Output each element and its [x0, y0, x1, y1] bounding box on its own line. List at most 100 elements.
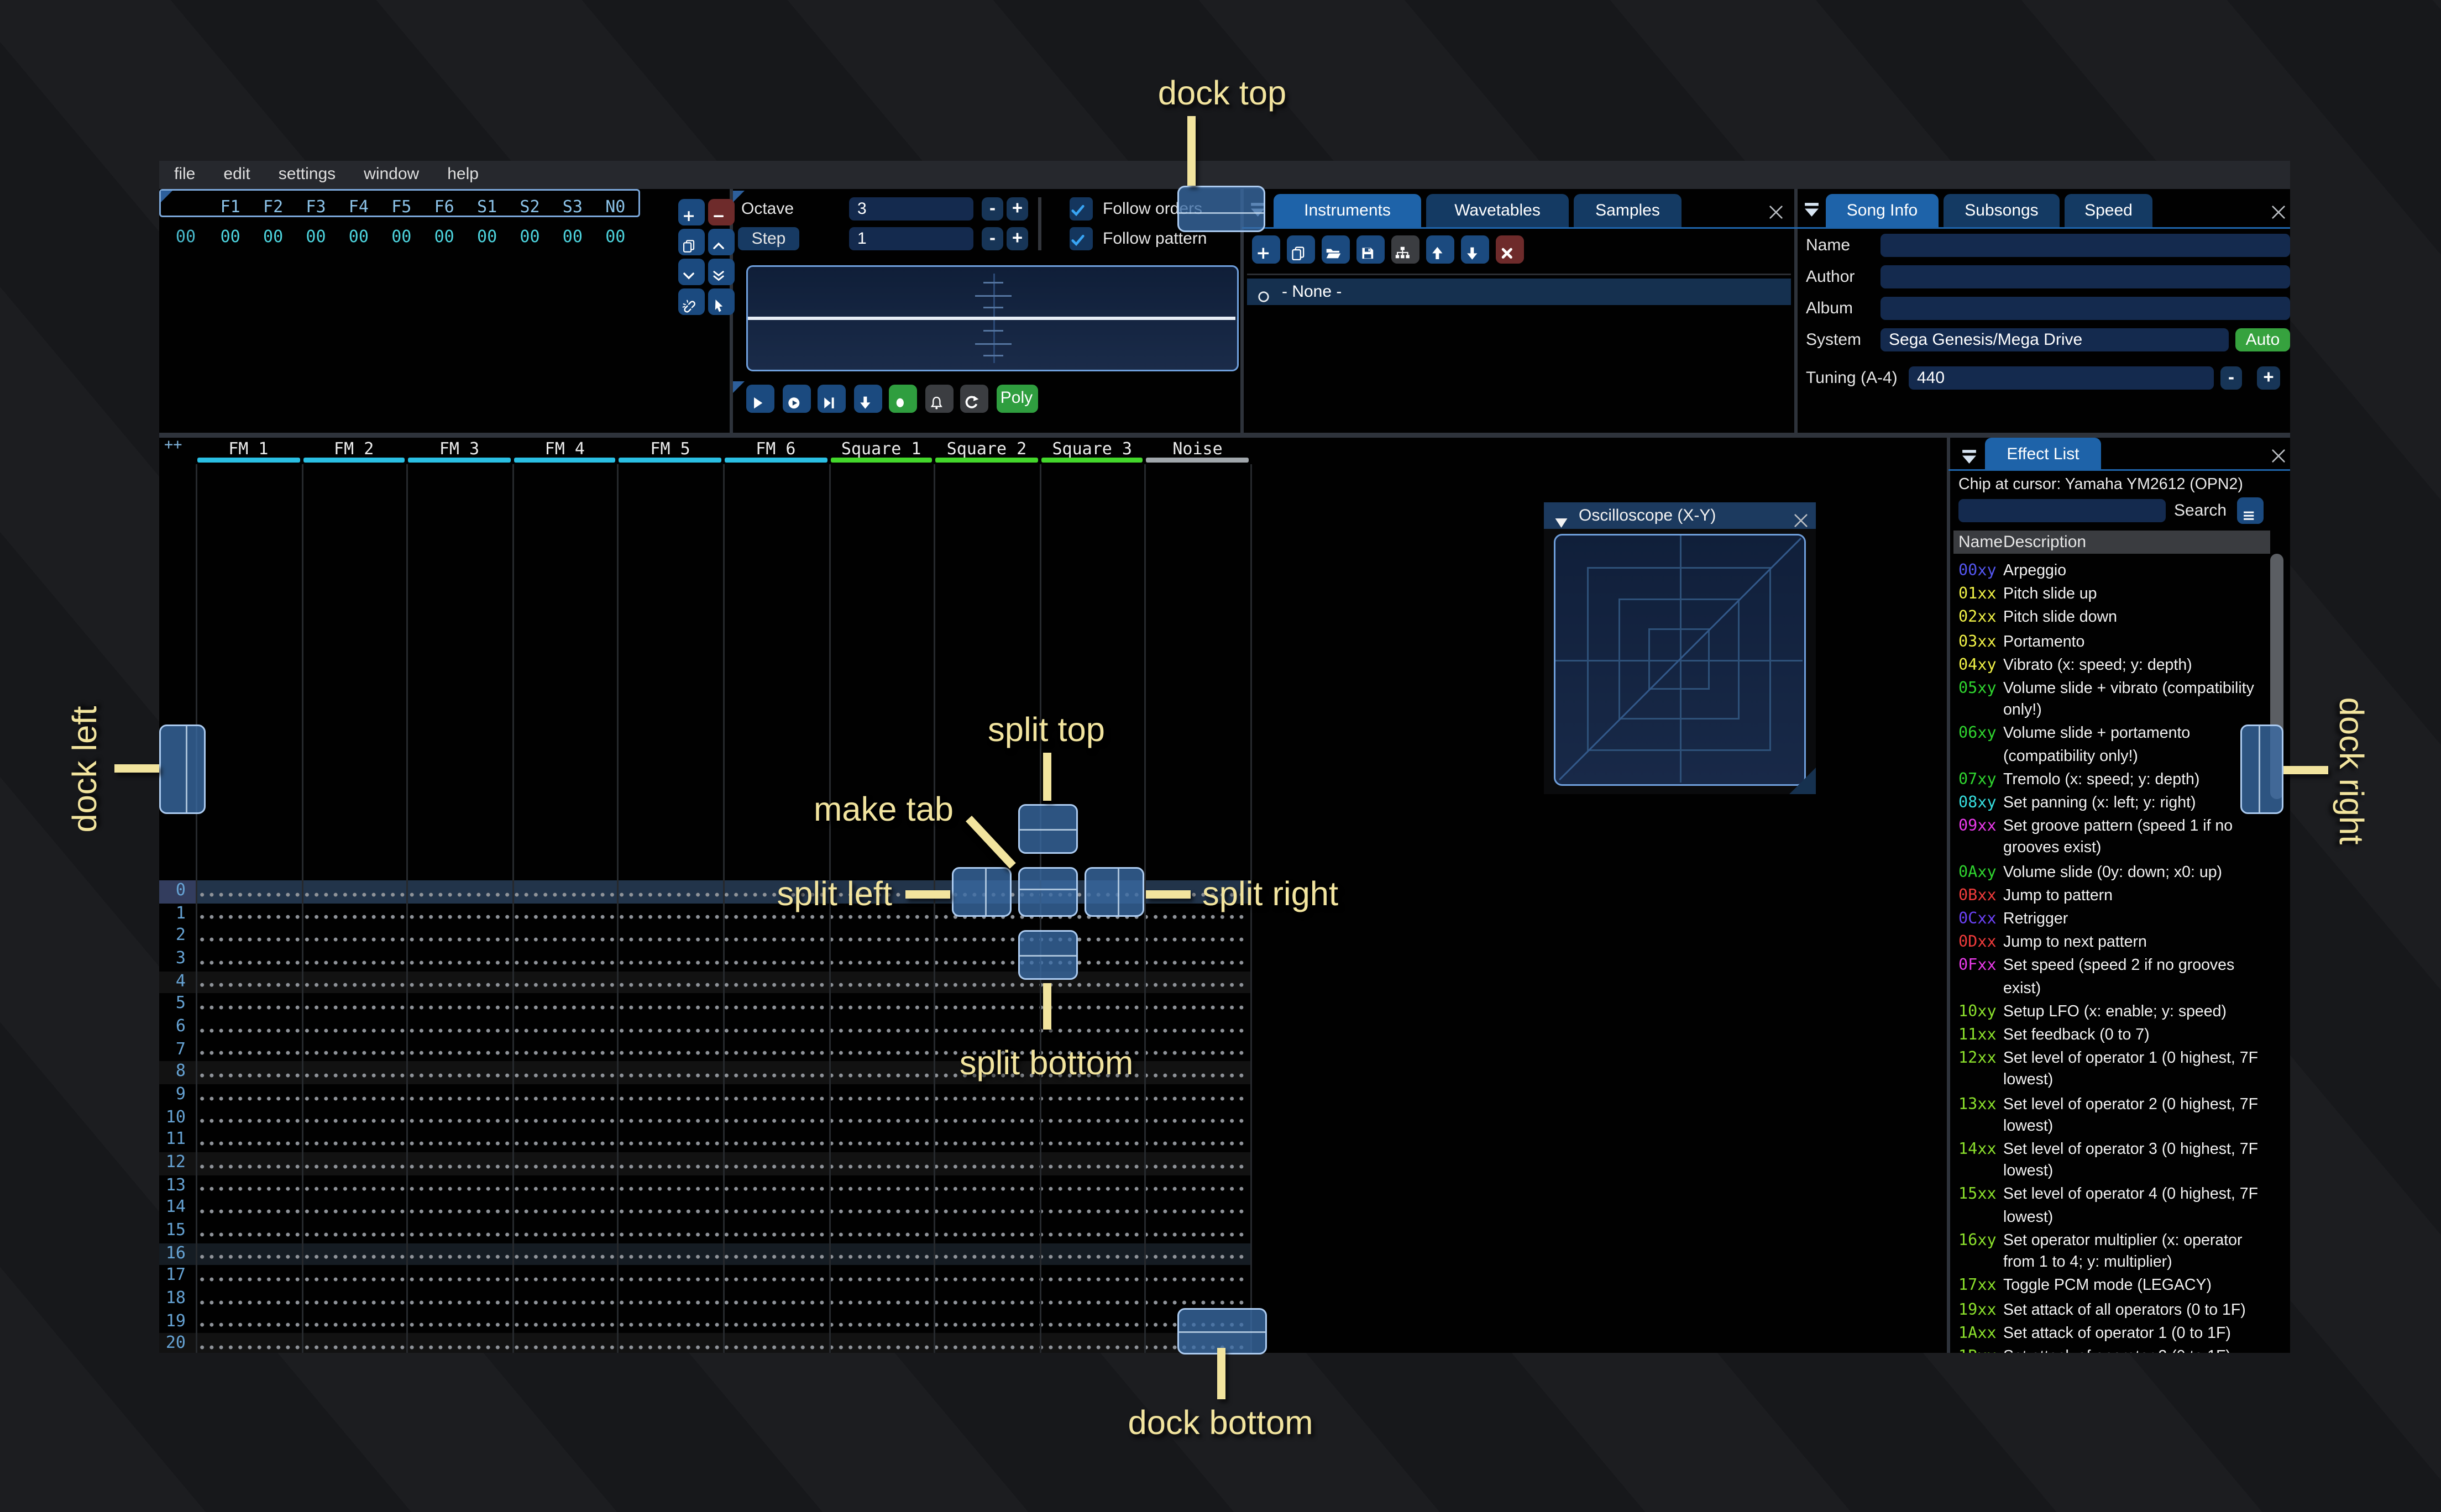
effect-row[interactable]: 0Axy Volume slide (0y: down; x0: up) — [1958, 862, 2277, 884]
split-left-handle[interactable] — [952, 867, 1012, 917]
effect-row[interactable]: 03xx Portamento — [1958, 631, 2277, 653]
remove-order-button[interactable] — [708, 199, 734, 225]
play-button[interactable] — [746, 385, 774, 413]
order-cell[interactable]: 00 — [594, 229, 637, 247]
effect-row[interactable]: 12xx Set level of operator 1 (0 highest, … — [1958, 1048, 2277, 1092]
pattern-row[interactable]: 15 — [159, 1220, 1250, 1243]
pattern-row[interactable]: 14 — [159, 1197, 1250, 1220]
instrument-folder-view-button[interactable] — [1391, 235, 1419, 264]
dock-left-handle[interactable] — [159, 725, 206, 814]
order-cell[interactable]: 00 — [465, 229, 508, 247]
channel-header-fm-4[interactable]: FM 4 — [512, 441, 617, 459]
menu-file[interactable]: file — [174, 166, 195, 184]
octave-input[interactable]: 3 — [849, 197, 973, 221]
pattern-row[interactable]: 5 — [159, 993, 1250, 1016]
tab-subsongs[interactable]: Subsongs — [1944, 194, 2060, 227]
order-cell[interactable]: 00 — [509, 229, 551, 247]
move-order-down-button[interactable] — [678, 259, 704, 285]
system-input[interactable]: Sega Genesis/Mega Drive — [1880, 328, 2229, 351]
menu-edit[interactable]: edit — [223, 166, 250, 184]
record-button[interactable] — [889, 385, 917, 413]
tab-instruments[interactable]: Instruments — [1274, 194, 1421, 227]
menu-settings[interactable]: settings — [279, 166, 336, 184]
pattern-row[interactable]: 13 — [159, 1174, 1250, 1198]
effect-row[interactable]: 11xx Set feedback (0 to 7) — [1958, 1025, 2277, 1047]
channel-header-square-1[interactable]: Square 1 — [829, 441, 934, 459]
effect-row[interactable]: 1BxxSet attack of operator 2 (0 to 1F) — [1958, 1346, 2277, 1353]
effect-row[interactable]: 0Cxx Retrigger — [1958, 909, 2277, 931]
follow-pattern-checkbox[interactable] — [1070, 227, 1093, 250]
move-order-up-button[interactable] — [708, 229, 734, 255]
split-top-handle[interactable] — [1018, 804, 1078, 854]
duplicate-order-button[interactable] — [678, 229, 704, 255]
auto-system-button[interactable]: Auto — [2235, 328, 2290, 351]
effect-row[interactable]: 09xx Set groove pattern (speed 1 if no gr… — [1958, 816, 2277, 860]
effect-row[interactable]: 13xx Set level of operator 2 (0 highest, … — [1958, 1094, 2277, 1137]
effect-search-input[interactable] — [1958, 499, 2166, 522]
effect-row[interactable]: 14xx Set level of operator 3 (0 highest, … — [1958, 1139, 2277, 1183]
order-cell[interactable]: 00 — [209, 229, 252, 247]
effect-row[interactable]: 07xy Tremolo (x: speed; y: depth) — [1958, 769, 2277, 791]
pattern-row[interactable]: 3 — [159, 948, 1250, 971]
channel-header-square-3[interactable]: Square 3 — [1039, 441, 1145, 459]
add-instrument-button[interactable] — [1252, 235, 1280, 264]
channel-header-square-2[interactable]: Square 2 — [934, 441, 1040, 459]
effect-row[interactable]: 05xy Volume slide + vibrato (compatibilit… — [1958, 678, 2277, 722]
tuning-plus-button[interactable]: + — [2257, 366, 2280, 390]
effect-row[interactable]: 02xx Pitch slide down — [1958, 607, 2277, 629]
effect-list-menu-button[interactable] — [2237, 497, 2264, 524]
follow-orders-checkbox[interactable] — [1070, 197, 1093, 221]
effect-row[interactable]: 0Dxx Jump to next pattern — [1958, 932, 2277, 954]
pattern-row[interactable]: 16 — [159, 1243, 1250, 1266]
pattern-row[interactable]: 12 — [159, 1152, 1250, 1175]
effect-row[interactable]: 08xy Set panning (x: left; y: right) — [1958, 792, 2277, 815]
make-tab-handle[interactable] — [1018, 867, 1078, 917]
author-input[interactable] — [1880, 265, 2290, 288]
order-cell[interactable]: 00 — [337, 229, 380, 247]
order-cell[interactable]: 00 — [551, 229, 594, 247]
effect-row[interactable]: 19xx Set attack of all operators (0 to 1F… — [1958, 1299, 2277, 1321]
pattern-row[interactable]: 2 — [159, 925, 1250, 948]
effect-row[interactable]: 0Fxx Set speed (speed 2 if no grooves exi… — [1958, 956, 2277, 999]
unlink-order-button[interactable] — [678, 288, 704, 314]
effect-row[interactable]: 01xx Pitch slide up — [1958, 584, 2277, 606]
effect-row[interactable]: 0Bxx Jump to pattern — [1958, 885, 2277, 907]
order-cell[interactable]: 00 — [295, 229, 337, 247]
album-input[interactable] — [1880, 297, 2290, 320]
step-plus-button[interactable]: + — [1007, 227, 1028, 250]
tab-speed[interactable]: Speed — [2065, 194, 2152, 227]
effect-row[interactable]: 16xy Set operator multiplier (x: operator… — [1958, 1230, 2277, 1274]
oscilloscope-xy-window[interactable]: Oscilloscope (X-Y) — [1544, 502, 1816, 794]
resize-grip[interactable] — [1789, 768, 1816, 794]
pattern-row[interactable]: 17 — [159, 1265, 1250, 1288]
channel-header-noise[interactable]: Noise — [1145, 441, 1250, 459]
order-cell[interactable]: 00 — [423, 229, 465, 247]
oscilloscope-xy-titlebar[interactable]: Oscilloscope (X-Y) — [1544, 502, 1816, 529]
tuning-minus-button[interactable]: - — [2220, 366, 2242, 390]
order-edit-mode-button[interactable] — [708, 288, 734, 314]
split-bottom-handle[interactable] — [1018, 930, 1078, 980]
split-right-handle[interactable] — [1085, 867, 1144, 917]
menu-help[interactable]: help — [447, 166, 479, 184]
tab-samples[interactable]: Samples — [1574, 194, 1682, 227]
order-cell[interactable]: 00 — [380, 229, 423, 247]
tab-wavetables[interactable]: Wavetables — [1426, 194, 1569, 227]
effect-row[interactable]: 15xx Set level of operator 4 (0 highest, … — [1958, 1184, 2277, 1228]
dock-top-handle[interactable] — [1177, 186, 1265, 232]
metronome-button[interactable] — [924, 385, 953, 413]
close-icon[interactable] — [1768, 199, 1784, 219]
delete-instrument-button[interactable] — [1496, 235, 1524, 264]
menu-window[interactable]: window — [364, 166, 419, 184]
tab-list-caret-icon[interactable] — [1803, 197, 1821, 217]
name-input[interactable] — [1880, 234, 2290, 257]
play-one-row-button[interactable] — [818, 385, 846, 413]
pattern-row[interactable]: 10 — [159, 1106, 1250, 1130]
pattern-row[interactable]: 19 — [159, 1311, 1250, 1334]
duplicate-order-deep-button[interactable] — [708, 259, 734, 285]
octave-plus-button[interactable]: + — [1007, 197, 1028, 221]
channel-header-fm-3[interactable]: FM 3 — [407, 441, 512, 459]
channel-header-fm-5[interactable]: FM 5 — [617, 441, 723, 459]
channel-header-fm-6[interactable]: FM 6 — [723, 441, 829, 459]
pattern-row[interactable]: 4 — [159, 970, 1250, 994]
close-icon[interactable] — [1793, 507, 1809, 527]
